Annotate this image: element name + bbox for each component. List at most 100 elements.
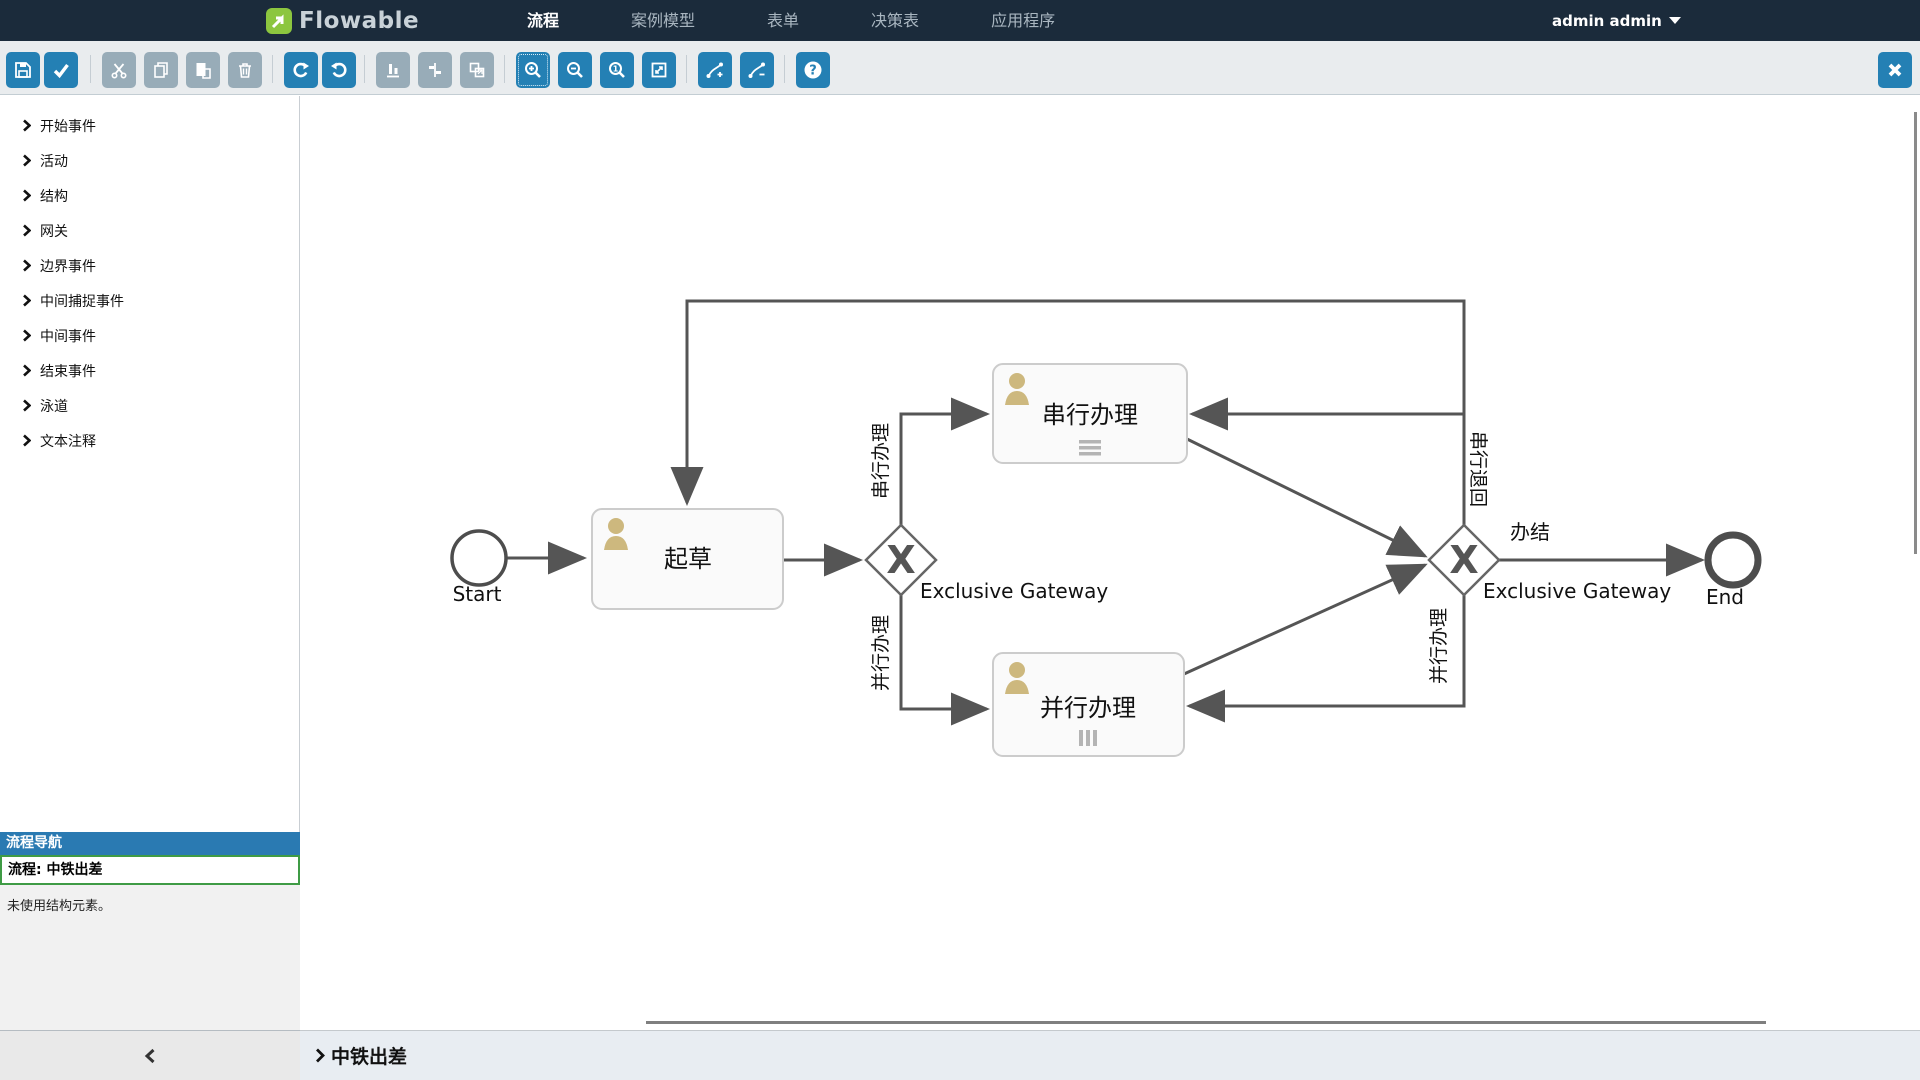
copy-button[interactable] <box>144 52 178 88</box>
paste-button[interactable] <box>186 52 220 88</box>
user-menu[interactable]: admin admin <box>1552 0 1681 41</box>
palette-group-intermediate-catching-events[interactable]: 中间捕捉事件 <box>0 283 299 318</box>
edge-label-to-parallel: 并行办理 <box>870 615 892 691</box>
add-bendpoint-icon <box>705 60 725 80</box>
save-icon <box>13 60 33 80</box>
bottom-bar: 中铁出差 <box>300 1030 1920 1080</box>
nav-item-forms[interactable]: 表单 <box>767 0 799 41</box>
task-draft[interactable]: 起草 <box>592 509 783 609</box>
flowable-logo: Flowable <box>266 0 419 41</box>
zoom-fit-icon <box>649 60 669 80</box>
palette-group-activities[interactable]: 活动 <box>0 143 299 178</box>
task-label: 并行办理 <box>1040 694 1136 722</box>
diagram-canvas[interactable]: Start 起草 X Exclusive Gateway 串行办理 <box>300 96 1920 1030</box>
chevron-right-icon <box>22 259 31 272</box>
palette-group-start-events[interactable]: 开始事件 <box>0 108 299 143</box>
task-parallel[interactable]: 并行办理 <box>993 653 1184 756</box>
start-event-label: Start <box>453 582 502 606</box>
svg-text:1: 1 <box>613 65 619 74</box>
chevron-right-icon <box>315 1048 325 1063</box>
close-editor-button[interactable] <box>1878 52 1912 88</box>
task-label: 串行办理 <box>1042 401 1138 429</box>
edge-label-finish: 办结 <box>1510 520 1550 544</box>
delete-button[interactable] <box>228 52 262 88</box>
chevron-right-icon <box>22 224 31 237</box>
zoom-in-button[interactable] <box>516 52 550 88</box>
delete-trash-icon <box>235 60 255 80</box>
toolbar-separator <box>272 55 273 83</box>
task-serial[interactable]: 串行办理 <box>993 364 1187 463</box>
zoom-fit-button[interactable] <box>642 52 676 88</box>
zoom-actual-icon: 1 <box>607 60 627 80</box>
palette-group-label: 中间捕捉事件 <box>40 291 124 311</box>
chevron-right-icon <box>22 399 31 412</box>
remove-bendpoint-icon <box>747 60 767 80</box>
nav-item-decision-tables[interactable]: 决策表 <box>871 0 919 41</box>
palette-group-structural[interactable]: 结构 <box>0 178 299 213</box>
cut-button[interactable] <box>102 52 136 88</box>
gateway-x-marker: X <box>1449 538 1478 582</box>
palette-group-label: 泳道 <box>40 396 68 416</box>
start-event[interactable] <box>452 531 506 585</box>
svg-text:?: ? <box>809 64 817 79</box>
palette-group-text-annotation[interactable]: 文本注释 <box>0 423 299 458</box>
palette-group-swimlanes[interactable]: 泳道 <box>0 388 299 423</box>
zoom-in-icon <box>523 60 543 80</box>
toolbar-separator <box>364 55 365 83</box>
chevron-right-icon <box>22 434 31 447</box>
navigator-header: 流程导航 <box>0 832 300 855</box>
edge-gateway1-to-parallel[interactable] <box>901 595 987 709</box>
undo-button[interactable] <box>322 52 356 88</box>
edge-gateway1-to-serial[interactable] <box>901 414 987 525</box>
toolbar-separator <box>90 55 91 83</box>
help-icon: ? <box>802 59 824 81</box>
toolbar-separator <box>686 55 687 83</box>
align-vertical-icon <box>383 60 403 80</box>
redo-icon <box>291 60 311 80</box>
palette-group-label: 活动 <box>40 151 68 171</box>
nav-item-apps[interactable]: 应用程序 <box>991 0 1055 41</box>
align-horizontal-button[interactable] <box>418 52 452 88</box>
same-size-icon <box>467 60 487 80</box>
task-label: 起草 <box>664 545 712 573</box>
remove-bendpoint-button[interactable] <box>740 52 774 88</box>
palette-group-end-events[interactable]: 结束事件 <box>0 353 299 388</box>
chevron-left-icon[interactable] <box>144 1048 156 1064</box>
gateway-1-label: Exclusive Gateway <box>920 579 1108 603</box>
end-event[interactable] <box>1708 535 1758 585</box>
help-button[interactable]: ? <box>796 52 830 88</box>
nav-item-processes[interactable]: 流程 <box>527 0 559 41</box>
palette-group-intermediate-events[interactable]: 中间事件 <box>0 318 299 353</box>
palette-group-label: 边界事件 <box>40 256 96 276</box>
nav-item-case-models[interactable]: 案例模型 <box>631 0 695 41</box>
palette-group-boundary-events[interactable]: 边界事件 <box>0 248 299 283</box>
validate-check-icon <box>51 60 71 80</box>
zoom-actual-button[interactable]: 1 <box>600 52 634 88</box>
bpmn-diagram: Start 起草 X Exclusive Gateway 串行办理 <box>300 96 1920 1030</box>
palette-collapse-bar <box>0 1030 300 1080</box>
horizontal-scrollbar[interactable] <box>646 1021 1766 1024</box>
toolbar-separator <box>784 55 785 83</box>
palette-group-label: 结束事件 <box>40 361 96 381</box>
same-size-button[interactable] <box>460 52 494 88</box>
align-vertical-button[interactable] <box>376 52 410 88</box>
navigator-current-process[interactable]: 流程: 中铁出差 <box>0 855 300 885</box>
caret-down-icon <box>1669 17 1681 24</box>
palette-group-gateways[interactable]: 网关 <box>0 213 299 248</box>
add-bendpoint-button[interactable] <box>698 52 732 88</box>
user-menu-label: admin admin <box>1552 12 1662 30</box>
flowable-logo-icon <box>266 8 292 34</box>
editor-toolbar: 1 ? <box>0 41 1920 95</box>
redo-button[interactable] <box>284 52 318 88</box>
save-button[interactable] <box>6 52 40 88</box>
edge-serial-to-gateway2[interactable] <box>1187 439 1425 556</box>
edge-parallel-to-gateway2[interactable] <box>1184 565 1425 674</box>
zoom-out-button[interactable] <box>558 52 592 88</box>
vertical-scrollbar[interactable] <box>1914 112 1917 554</box>
close-icon <box>1885 60 1905 80</box>
breadcrumb[interactable]: 中铁出差 <box>315 1042 407 1069</box>
edge-gateway2-return-parallel[interactable] <box>1189 595 1464 706</box>
process-navigator: 流程导航 流程: 中铁出差 未使用结构元素。 <box>0 832 300 1030</box>
validate-button[interactable] <box>44 52 78 88</box>
top-navbar: Flowable 流程 案例模型 表单 决策表 应用程序 admin admin <box>0 0 1920 41</box>
